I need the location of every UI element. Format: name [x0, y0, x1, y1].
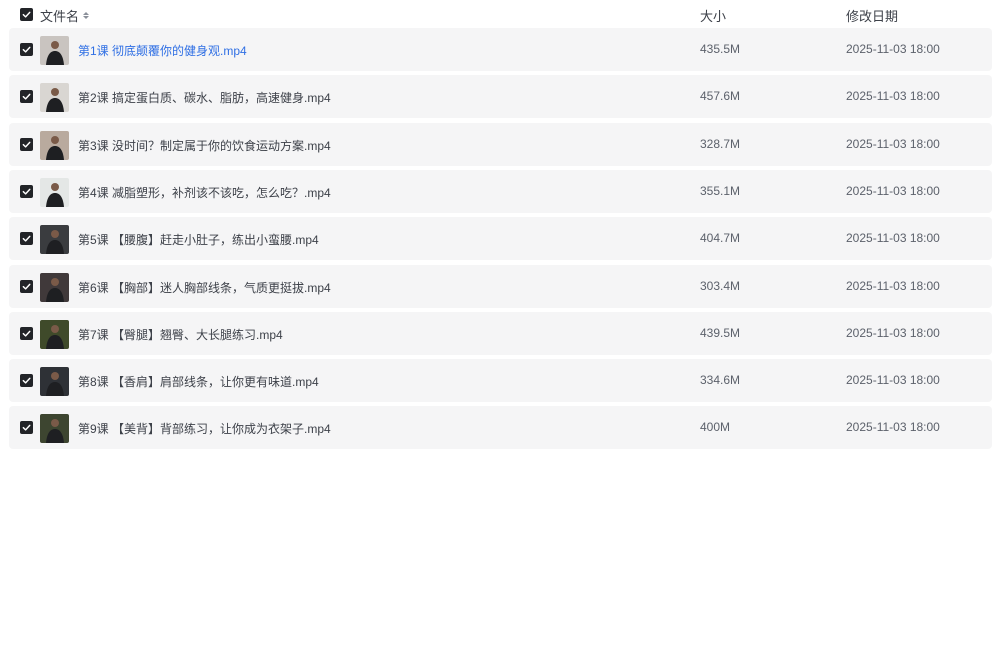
- file-size: 457.6M: [700, 89, 741, 103]
- file-date: 2025-11-03 18:00: [846, 231, 940, 245]
- checkmark-icon: [22, 235, 31, 242]
- row-checkbox[interactable]: [20, 327, 33, 340]
- table-row[interactable]: 第2课 搞定蛋白质、碳水、脂肪，高速健身.mp4 457.6M 2025-11-03…: [9, 75, 992, 118]
- checkmark-icon: [22, 141, 31, 148]
- file-date: 2025-11-03 18:00: [846, 184, 940, 198]
- file-size: 328.7M: [700, 137, 741, 151]
- column-header-name[interactable]: 文件名: [40, 6, 90, 25]
- column-header-size[interactable]: 大小: [700, 6, 726, 25]
- file-size: 355.1M: [700, 184, 741, 198]
- row-checkbox[interactable]: [20, 90, 33, 103]
- checkmark-icon: [22, 188, 31, 195]
- sort-icon[interactable]: [83, 12, 90, 19]
- file-size: 404.7M: [700, 231, 741, 245]
- row-checkbox[interactable]: [20, 232, 33, 245]
- table-row[interactable]: 第7课 【臀腿】翘臀、大长腿练习.mp4 439.5M 2025-11-03 18:…: [9, 312, 992, 355]
- row-checkbox[interactable]: [20, 43, 33, 56]
- table-row[interactable]: 第3课 没时间？制定属于你的饮食运动方案.mp4 328.7M 2025-11-03…: [9, 123, 992, 166]
- file-size: 435.5M: [700, 42, 741, 56]
- table-row[interactable]: 第9课 【美背】背部练习，让你成为衣架子.mp4 400M 2025-11-03 1…: [9, 406, 992, 449]
- file-size: 439.5M: [700, 326, 741, 340]
- file-date: 2025-11-03 18:00: [846, 42, 940, 56]
- checkmark-icon: [22, 283, 31, 290]
- file-name[interactable]: 第5课 【腰腹】赶走小肚子，练出小蛮腰.mp4: [78, 231, 319, 248]
- row-checkbox[interactable]: [20, 280, 33, 293]
- file-date: 2025-11-03 18:00: [846, 326, 940, 340]
- checkmark-icon: [22, 330, 31, 337]
- file-list: 文件名 大小 修改日期 第1课 彻底颠覆你的健身观.mp4 435.5M 2025-…: [0, 0, 1000, 661]
- file-name[interactable]: 第7课 【臀腿】翘臀、大长腿练习.mp4: [78, 326, 283, 343]
- row-checkbox[interactable]: [20, 421, 33, 434]
- file-name[interactable]: 第8课 【香肩】肩部线条，让你更有味道.mp4: [78, 373, 319, 390]
- file-date: 2025-11-03 18:00: [846, 420, 940, 434]
- checkmark-icon: [22, 46, 31, 53]
- checkmark-icon: [22, 424, 31, 431]
- file-date: 2025-11-03 18:00: [846, 373, 940, 387]
- video-thumbnail: [40, 320, 69, 349]
- video-thumbnail: [40, 225, 69, 254]
- column-header-date[interactable]: 修改日期: [846, 6, 898, 25]
- select-all-checkbox[interactable]: [20, 8, 33, 21]
- file-name[interactable]: 第3课 没时间？制定属于你的饮食运动方案.mp4: [78, 137, 331, 154]
- video-thumbnail: [40, 178, 69, 207]
- video-thumbnail: [40, 273, 69, 302]
- file-size: 400M: [700, 420, 731, 434]
- table-row[interactable]: 第4课 减脂塑形，补剂该不该吃，怎么吃？.mp4 355.1M 2025-11-03…: [9, 170, 992, 213]
- file-size: 303.4M: [700, 279, 741, 293]
- file-name[interactable]: 第9课 【美背】背部练习，让你成为衣架子.mp4: [78, 420, 331, 437]
- video-thumbnail: [40, 414, 69, 443]
- video-thumbnail: [40, 367, 69, 396]
- table-row[interactable]: 第1课 彻底颠覆你的健身观.mp4 435.5M 2025-11-03 18:00: [9, 28, 992, 71]
- video-thumbnail: [40, 83, 69, 112]
- file-name[interactable]: 第1课 彻底颠覆你的健身观.mp4: [78, 42, 247, 59]
- checkmark-icon: [22, 93, 31, 100]
- table-row[interactable]: 第5课 【腰腹】赶走小肚子，练出小蛮腰.mp4 404.7M 2025-11-03 …: [9, 217, 992, 260]
- row-checkbox[interactable]: [20, 374, 33, 387]
- row-checkbox[interactable]: [20, 138, 33, 151]
- file-name[interactable]: 第2课 搞定蛋白质、碳水、脂肪，高速健身.mp4: [78, 89, 331, 106]
- file-size: 334.6M: [700, 373, 741, 387]
- checkmark-icon: [22, 11, 31, 18]
- file-date: 2025-11-03 18:00: [846, 279, 940, 293]
- file-name[interactable]: 第6课 【胸部】迷人胸部线条，气质更挺拔.mp4: [78, 279, 331, 296]
- video-thumbnail: [40, 36, 69, 65]
- file-date: 2025-11-03 18:00: [846, 137, 940, 151]
- video-thumbnail: [40, 131, 69, 160]
- list-header: 文件名 大小 修改日期: [0, 0, 1000, 28]
- table-row[interactable]: 第6课 【胸部】迷人胸部线条，气质更挺拔.mp4 303.4M 2025-11-03…: [9, 265, 992, 308]
- file-name[interactable]: 第4课 减脂塑形，补剂该不该吃，怎么吃？.mp4: [78, 184, 331, 201]
- table-row[interactable]: 第8课 【香肩】肩部线条，让你更有味道.mp4 334.6M 2025-11-03 …: [9, 359, 992, 402]
- checkmark-icon: [22, 377, 31, 384]
- file-date: 2025-11-03 18:00: [846, 89, 940, 103]
- column-header-name-label: 文件名: [40, 9, 80, 24]
- row-checkbox[interactable]: [20, 185, 33, 198]
